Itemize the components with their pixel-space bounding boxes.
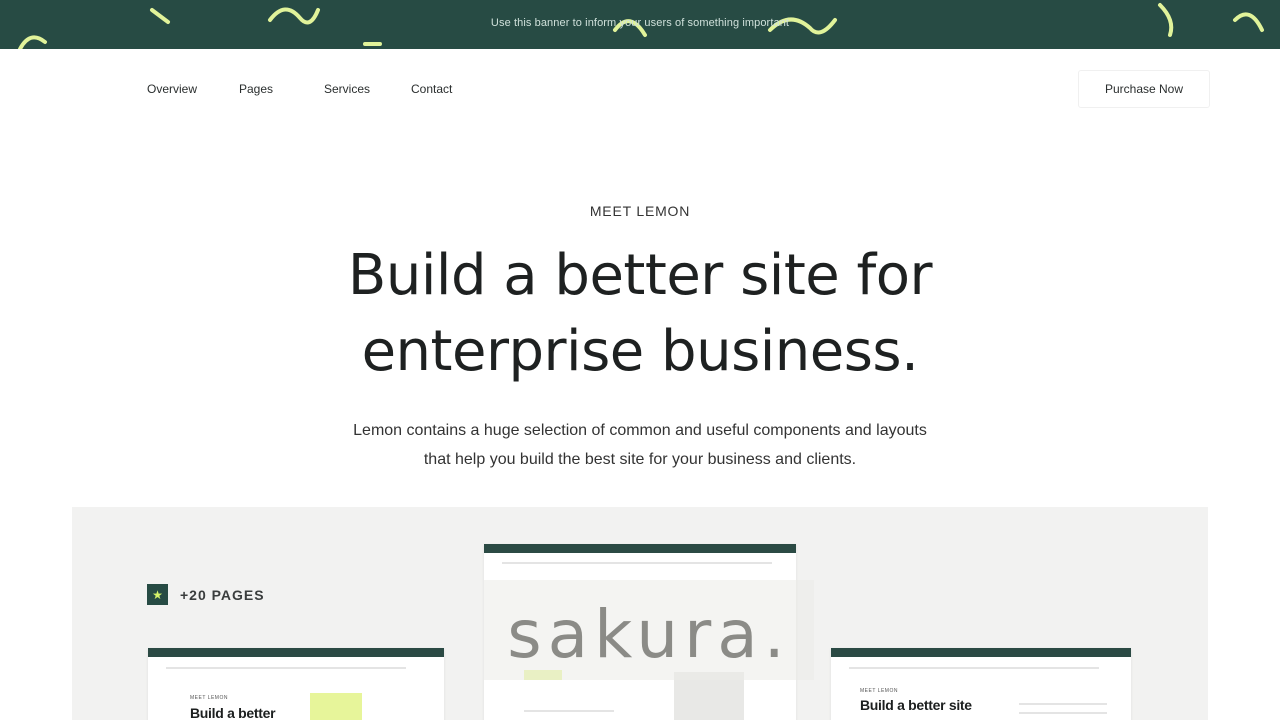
hero-subtext-line1: Lemon contains a huge selection of commo… bbox=[353, 422, 927, 439]
preview-headline: Build a better bbox=[190, 705, 276, 720]
preview-banner-bar bbox=[148, 648, 444, 657]
page-preview-left[interactable]: MEET LEMON Build a better bbox=[148, 648, 444, 720]
hero-eyebrow: MEET LEMON bbox=[589, 203, 691, 219]
nav-link-overview[interactable]: Overview bbox=[147, 82, 197, 96]
nav-link-contact[interactable]: Contact bbox=[411, 82, 452, 96]
hero-subtext: Lemon contains a huge selection of commo… bbox=[0, 416, 1280, 474]
hero-headline-line1: Build a better site for bbox=[347, 243, 933, 308]
preview-nav-line bbox=[849, 667, 1099, 669]
hero-headline: Build a better site for enterprise busin… bbox=[0, 238, 1280, 390]
top-navigation: Overview Pages Services Contact Purchase… bbox=[0, 49, 1280, 131]
pages-count-label: +20 PAGES bbox=[180, 586, 265, 603]
nav-link-pages[interactable]: Pages bbox=[239, 82, 273, 96]
watermark-text: sakura. bbox=[507, 596, 791, 673]
preview-text-line bbox=[524, 710, 614, 712]
preview-banner-bar bbox=[831, 648, 1131, 657]
preview-banner-bar bbox=[484, 544, 796, 553]
watermark: sakura. bbox=[484, 580, 814, 680]
nav-link-services[interactable]: Services bbox=[324, 82, 370, 96]
pages-count-badge: ★ +20 PAGES bbox=[147, 584, 265, 605]
banner-text: Use this banner to inform your users of … bbox=[490, 17, 790, 29]
preview-nav-line bbox=[166, 667, 406, 669]
preview-text-line bbox=[1019, 703, 1107, 705]
preview-lime-card bbox=[310, 693, 362, 720]
page-preview-right[interactable]: MEET LEMON Build a better site bbox=[831, 648, 1131, 720]
preview-nav-line bbox=[502, 562, 772, 564]
preview-eyebrow: MEET LEMON bbox=[190, 695, 228, 701]
preview-text-line bbox=[1019, 712, 1107, 714]
star-icon: ★ bbox=[147, 584, 168, 605]
preview-headline: Build a better site bbox=[860, 697, 972, 713]
hero-subtext-line2: that help you build the best site for yo… bbox=[423, 451, 857, 468]
announcement-banner: Use this banner to inform your users of … bbox=[0, 0, 1280, 49]
preview-eyebrow: MEET LEMON bbox=[860, 688, 898, 694]
purchase-now-button[interactable]: Purchase Now bbox=[1078, 70, 1210, 108]
pages-showcase: ★ +20 PAGES MEET LEMON Build a better ME… bbox=[72, 507, 1208, 720]
hero-headline-line2: enterprise business. bbox=[361, 319, 919, 384]
